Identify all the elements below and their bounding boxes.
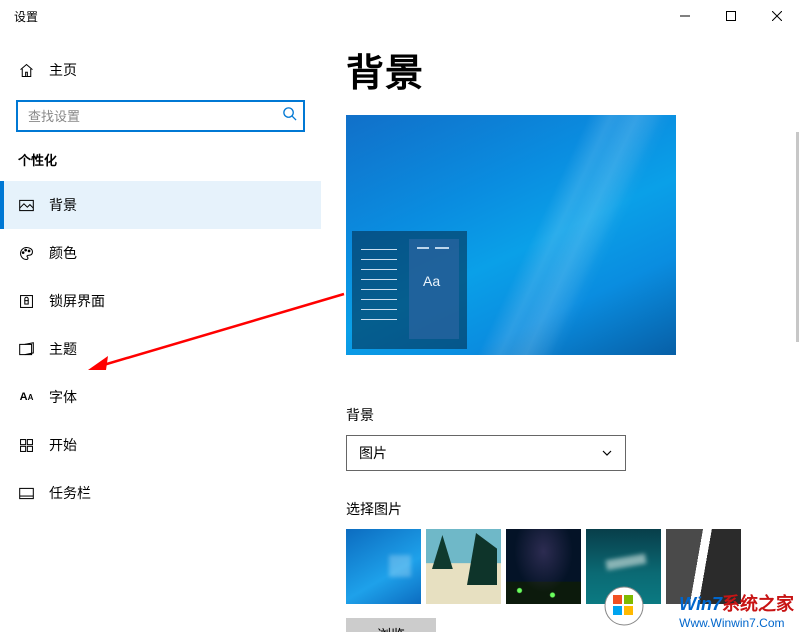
- thumbnail[interactable]: [426, 529, 501, 604]
- background-field-label: 背景: [346, 405, 800, 425]
- browse-button[interactable]: 浏览: [346, 618, 436, 632]
- sidebar-item-label: 任务栏: [49, 483, 91, 503]
- sidebar-item-colors[interactable]: 颜色: [0, 229, 321, 277]
- sidebar-item-start[interactable]: 开始: [0, 421, 321, 469]
- sidebar-item-background[interactable]: 背景: [0, 181, 321, 229]
- sidebar-item-label: 背景: [49, 195, 77, 215]
- home-label: 主页: [49, 60, 77, 80]
- page-title: 背景: [346, 42, 800, 97]
- search-icon: [282, 106, 297, 126]
- minimize-button[interactable]: [662, 0, 708, 32]
- home-icon: [18, 62, 35, 79]
- home-button[interactable]: 主页: [0, 52, 321, 88]
- watermark-line1-prefix: Win7: [679, 594, 722, 614]
- font-icon: AA: [18, 389, 35, 406]
- palette-icon: [18, 245, 35, 262]
- sidebar-item-fonts[interactable]: AA 字体: [0, 373, 321, 421]
- theme-icon: [18, 341, 35, 358]
- sidebar-item-label: 字体: [49, 387, 77, 407]
- sidebar-item-label: 主题: [49, 339, 77, 359]
- scrollbar[interactable]: [796, 132, 799, 342]
- sidebar-item-label: 开始: [49, 435, 77, 455]
- watermark-line2: Www.Winwin7.Com: [679, 616, 794, 630]
- dropdown-value: 图片: [359, 443, 387, 463]
- app-title: 设置: [14, 8, 38, 25]
- watermark-line1-suffix: 系统之家: [722, 594, 794, 614]
- chevron-down-icon: [601, 447, 613, 459]
- taskbar-icon: [18, 485, 35, 502]
- choose-picture-label: 选择图片: [346, 499, 800, 519]
- watermark-logo: [604, 586, 644, 626]
- preview-sample-text: Aa: [423, 273, 440, 289]
- title-bar: 设置: [0, 0, 800, 32]
- sidebar-item-taskbar[interactable]: 任务栏: [0, 469, 321, 517]
- search-input[interactable]: [16, 100, 305, 132]
- close-button[interactable]: [754, 0, 800, 32]
- thumbnail[interactable]: [506, 529, 581, 604]
- main-content: 背景 Aa 背景 图片 选择图片 浏览: [321, 32, 800, 632]
- sidebar-item-label: 颜色: [49, 243, 77, 263]
- thumbnail[interactable]: [346, 529, 421, 604]
- picture-icon: [18, 197, 35, 214]
- maximize-button[interactable]: [708, 0, 754, 32]
- sidebar-section-title: 个性化: [0, 150, 321, 181]
- watermark-text: Win7系统之家 Www.Winwin7.Com: [679, 590, 794, 630]
- start-icon: [18, 437, 35, 454]
- sidebar-item-themes[interactable]: 主题: [0, 325, 321, 373]
- window-controls: [662, 0, 800, 32]
- background-preview: Aa: [346, 115, 676, 355]
- sidebar: 主页 个性化 背景 颜色: [0, 32, 321, 632]
- sidebar-item-label: 锁屏界面: [49, 291, 105, 311]
- lockscreen-icon: [18, 293, 35, 310]
- preview-taskbar-mock: Aa: [352, 231, 467, 349]
- background-type-dropdown[interactable]: 图片: [346, 435, 626, 471]
- sidebar-item-lockscreen[interactable]: 锁屏界面: [0, 277, 321, 325]
